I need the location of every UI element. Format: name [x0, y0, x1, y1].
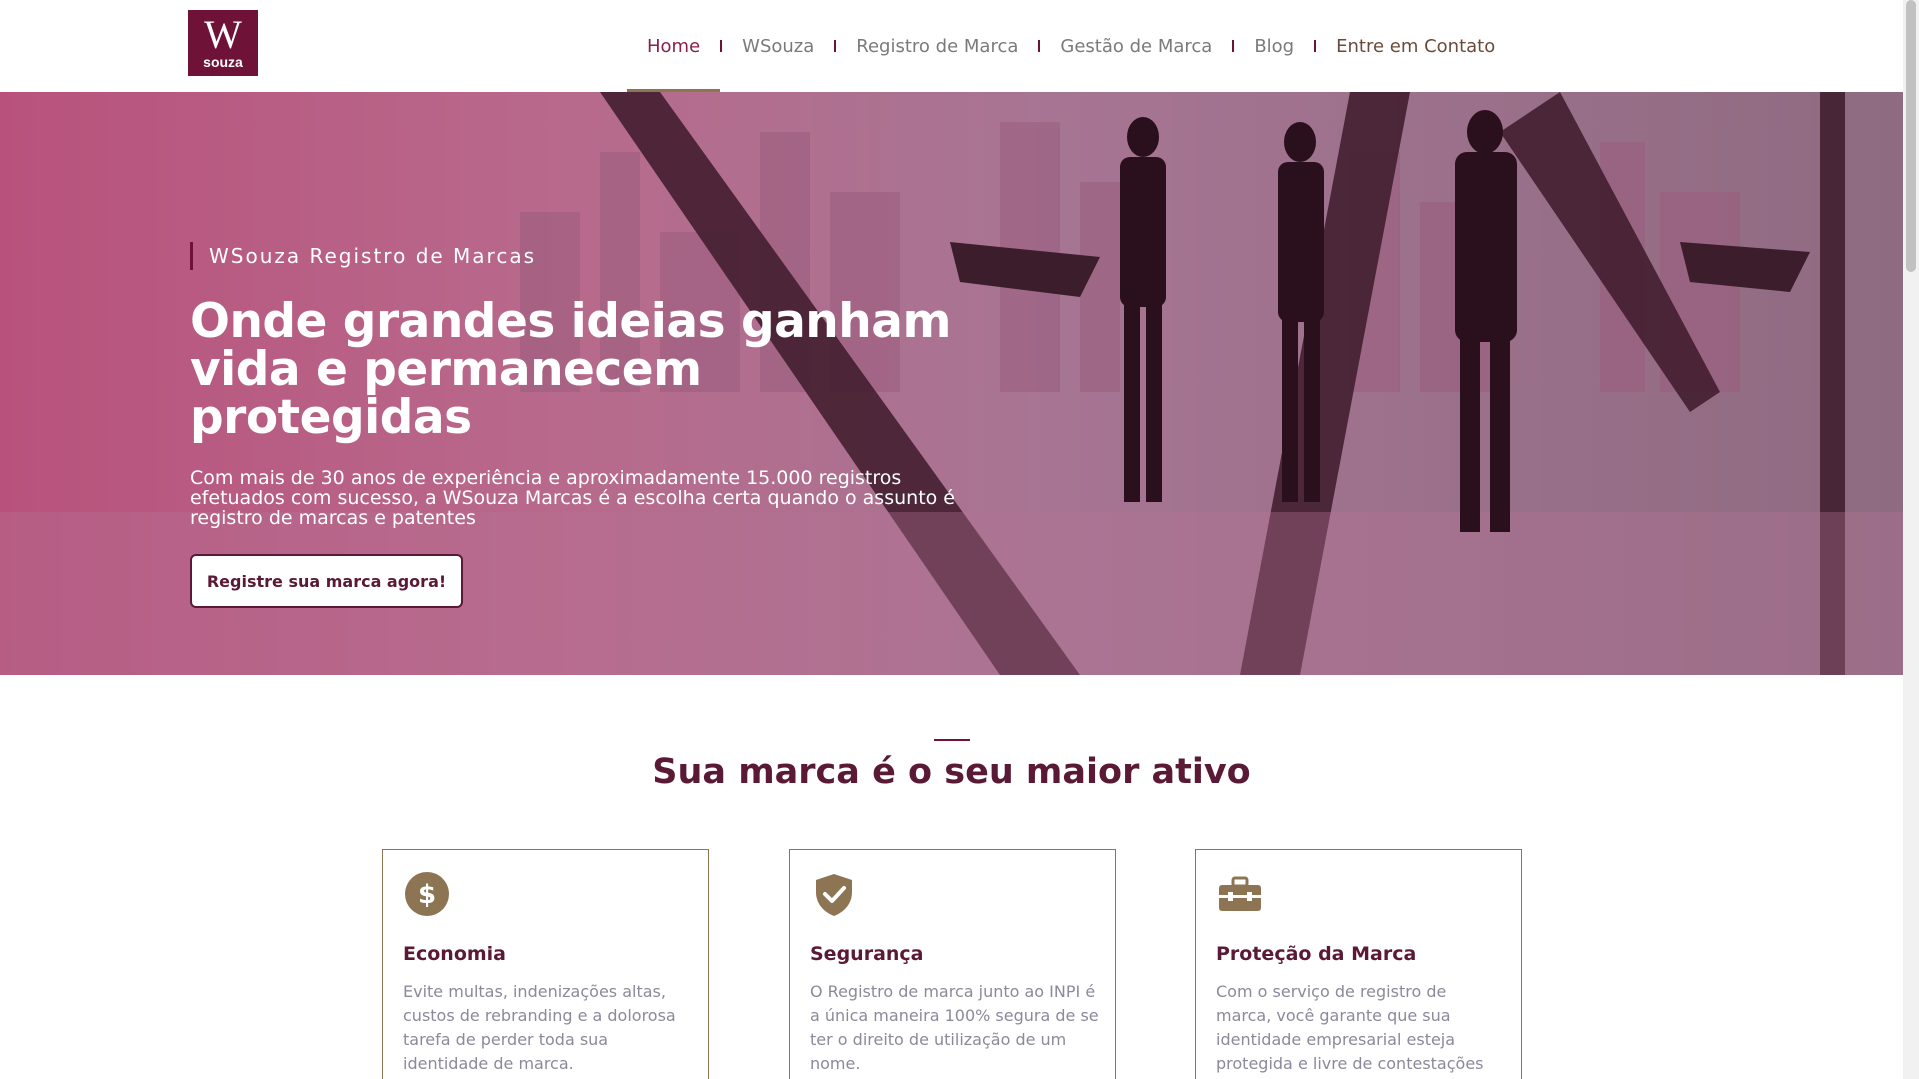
briefcase-icon: [1219, 876, 1261, 911]
hero-kicker: WSouza Registro de Marcas: [190, 242, 990, 270]
nav-item-registro-de-marca[interactable]: Registro de Marca: [836, 0, 1038, 92]
card-text: Com o serviço de registro de marca, você…: [1216, 982, 1484, 1073]
card-text: Evite multas, indenizações altas, custos…: [403, 982, 676, 1073]
shield-check-icon: [816, 874, 852, 916]
nav-item-blog[interactable]: Blog: [1234, 0, 1314, 92]
hero-title: Onde grandes ideias ganham vida e perman…: [190, 298, 990, 442]
page-scrollbar[interactable]: [1903, 0, 1919, 1079]
logo-text: souza: [203, 54, 243, 70]
dollar-circle-icon: $: [405, 872, 449, 916]
nav-item-home[interactable]: Home: [627, 0, 721, 92]
site-header: W souza Home WSouza Registro de Marca Ge…: [0, 0, 1903, 92]
nav-item-gestao-de-marca[interactable]: Gestão de Marca: [1040, 0, 1232, 92]
scrollbar-thumb[interactable]: [1906, 0, 1916, 272]
nav-item-wsouza[interactable]: WSouza: [722, 0, 834, 92]
nav-item-contato[interactable]: Entre em Contato: [1316, 0, 1515, 92]
card-text: O Registro de marca junto ao INPI é a ún…: [810, 982, 1099, 1073]
card-title: Segurança: [810, 943, 924, 965]
hero-description: Com mais de 30 anos de experiência e apr…: [190, 467, 955, 529]
hero-section: WSouza Registro de Marcas Onde grandes i…: [0, 92, 1903, 675]
hero-title-line-1: Onde grandes ideias ganham: [190, 294, 951, 349]
main-nav: Home WSouza Registro de Marca Gestão de …: [627, 0, 1515, 92]
svg-text:$: $: [418, 880, 436, 910]
register-brand-button[interactable]: Registre sua marca agora!: [190, 554, 463, 608]
card-title: Proteção da Marca: [1216, 943, 1417, 965]
wsouza-logo[interactable]: W souza: [188, 10, 258, 76]
hero-content: WSouza Registro de Marcas Onde grandes i…: [190, 242, 990, 608]
feature-card-economia: $ Economia Evite multas, indenizações al…: [382, 849, 709, 1079]
logo-letter: W: [204, 12, 242, 57]
section-divider: [934, 739, 970, 741]
hero-title-line-2: vida e permanecem protegidas: [190, 342, 702, 445]
card-title: Economia: [403, 943, 507, 965]
feature-card-protecao: Proteção da Marca Com o serviço de regis…: [1195, 849, 1522, 1079]
feature-card-seguranca: Segurança O Registro de marca junto ao I…: [789, 849, 1116, 1079]
section-title: Sua marca é o seu maior ativo: [652, 752, 1251, 792]
